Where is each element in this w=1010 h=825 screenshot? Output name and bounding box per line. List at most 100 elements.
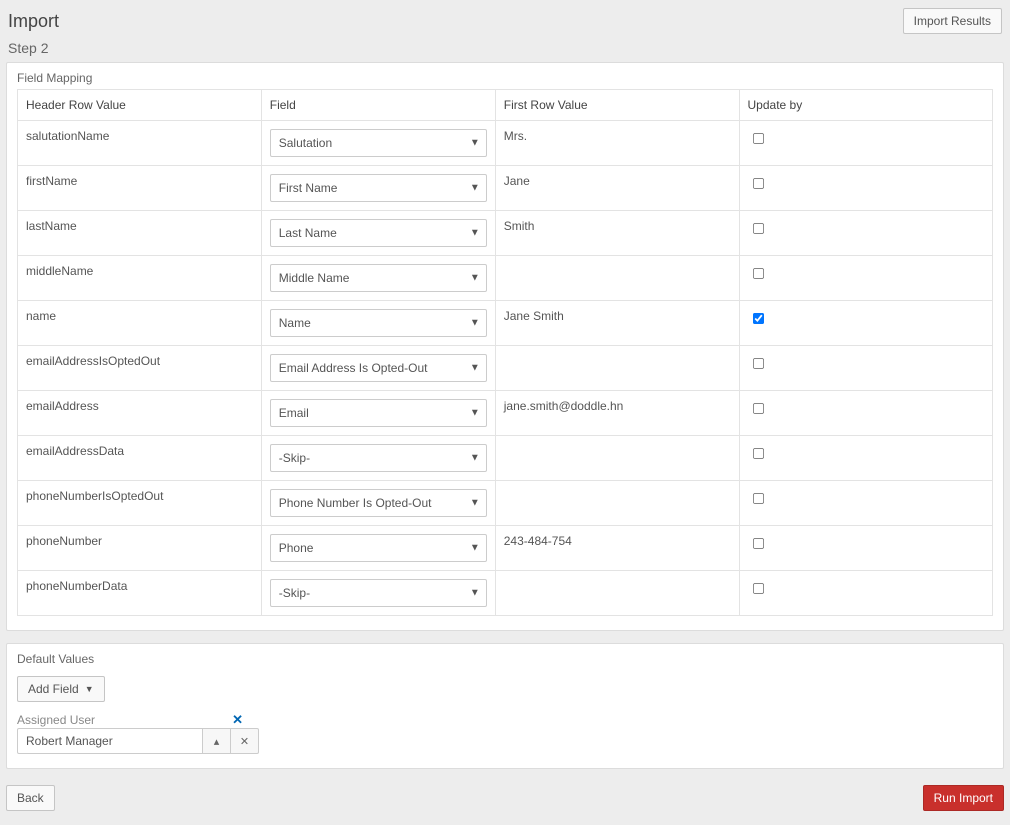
step-heading: Step 2 [6,40,1004,62]
field-select-value: Last Name [279,226,337,240]
header-row-value-cell: firstName [18,166,262,211]
chevron-down-icon: ▼ [470,228,480,239]
assigned-user-label: Assigned User [17,713,95,727]
header-row-value-cell: phoneNumberData [18,571,262,616]
field-mapping-title: Field Mapping [17,69,993,89]
chevron-down-icon: ▼ [470,273,480,284]
field-select[interactable]: Phone ▼ [270,534,487,562]
first-row-value-cell: Jane [495,166,739,211]
field-select-value: -Skip- [279,451,310,465]
field-select-value: Phone [279,541,314,555]
update-by-checkbox[interactable] [752,133,763,144]
update-by-checkbox[interactable] [752,268,763,279]
lookup-icon[interactable]: ▴ [203,728,231,754]
clear-icon[interactable]: ✕ [231,728,259,754]
assigned-user-input[interactable] [17,728,203,754]
field-select[interactable]: Name ▼ [270,309,487,337]
field-select[interactable]: -Skip- ▼ [270,444,487,472]
back-button[interactable]: Back [6,785,55,811]
field-select-value: Name [279,316,311,330]
update-by-checkbox[interactable] [752,358,763,369]
table-row: lastName Last Name ▼ Smith [18,211,993,256]
add-field-label: Add Field [28,682,79,696]
first-row-value-cell [495,256,739,301]
field-select[interactable]: First Name ▼ [270,174,487,202]
col-first-row-value: First Row Value [495,90,739,121]
update-by-checkbox[interactable] [752,403,763,414]
field-select[interactable]: Salutation ▼ [270,129,487,157]
import-results-label: Import Results [914,14,991,28]
first-row-value-cell [495,436,739,481]
update-by-cell [739,391,993,436]
table-row: emailAddressEmail▼jane.smith@doddle.hn [18,391,993,436]
remove-assigned-user-icon[interactable]: ✕ [228,712,247,728]
first-row-value-cell [495,346,739,391]
chevron-down-icon: ▼ [470,138,480,149]
header-row-value-cell: emailAddressIsOptedOut [18,346,262,391]
field-mapping-panel: Field Mapping Header Row Value Field Fir… [6,62,1004,631]
first-row-value-cell: Jane Smith [495,301,739,346]
update-by-cell [739,571,993,616]
update-by-checkbox[interactable] [752,493,763,504]
add-field-button[interactable]: Add Field ▼ [17,676,105,702]
table-row: middleName Middle Name▼ [18,256,993,301]
chevron-down-icon: ▼ [470,408,480,419]
field-mapping-table: Header Row Value Field First Row Value U… [17,89,993,616]
field-select-cell: Last Name ▼ [261,211,495,256]
update-by-cell [739,346,993,391]
update-by-checkbox[interactable] [752,223,763,234]
field-select[interactable]: Email Address Is Opted-Out▼ [270,354,487,382]
field-select-cell: Name ▼ [261,301,495,346]
col-field: Field [261,90,495,121]
field-select[interactable]: -Skip- ▼ [270,579,487,607]
first-row-value-cell: Smith [495,211,739,256]
chevron-down-icon: ▼ [470,318,480,329]
field-select[interactable]: Phone Number Is Opted-Out▼ [270,489,487,517]
update-by-checkbox[interactable] [752,313,763,324]
caret-down-icon: ▼ [85,684,94,694]
field-select[interactable]: Middle Name▼ [270,264,487,292]
field-select-value: First Name [279,181,338,195]
first-row-value-cell [495,481,739,526]
update-by-cell [739,256,993,301]
header-row-value-cell: phoneNumberIsOptedOut [18,481,262,526]
update-by-checkbox[interactable] [752,448,763,459]
import-results-button[interactable]: Import Results [903,8,1002,34]
update-by-cell [739,121,993,166]
chevron-down-icon: ▼ [470,498,480,509]
update-by-cell [739,301,993,346]
field-select-value: -Skip- [279,586,310,600]
update-by-cell [739,211,993,256]
run-import-button[interactable]: Run Import [923,785,1004,811]
first-row-value-cell [495,571,739,616]
header-row-value-cell: lastName [18,211,262,256]
field-select[interactable]: Last Name ▼ [270,219,487,247]
field-select-cell: -Skip- ▼ [261,571,495,616]
table-row: salutationNameSalutation▼Mrs. [18,121,993,166]
header-row-value-cell: salutationName [18,121,262,166]
header-row-value-cell: emailAddress [18,391,262,436]
field-select-value: Salutation [279,136,332,150]
field-select-cell: First Name ▼ [261,166,495,211]
update-by-cell [739,436,993,481]
chevron-down-icon: ▼ [470,543,480,554]
col-header-row-value: Header Row Value [18,90,262,121]
update-by-cell [739,166,993,211]
field-select-cell: Email▼ [261,391,495,436]
field-select[interactable]: Email▼ [270,399,487,427]
header-row-value-cell: middleName [18,256,262,301]
update-by-checkbox[interactable] [752,538,763,549]
header-row-value-cell: name [18,301,262,346]
run-import-label: Run Import [934,791,993,805]
first-row-value-cell: 243-484-754 [495,526,739,571]
chevron-down-icon: ▼ [470,588,480,599]
update-by-cell [739,481,993,526]
field-select-cell: Salutation ▼ [261,121,495,166]
field-select-cell: Phone ▼ [261,526,495,571]
table-row: firstName First Name ▼ Jane [18,166,993,211]
update-by-checkbox[interactable] [752,178,763,189]
update-by-checkbox[interactable] [752,583,763,594]
chevron-down-icon: ▼ [470,363,480,374]
chevron-down-icon: ▼ [470,183,480,194]
chevron-down-icon: ▼ [470,453,480,464]
